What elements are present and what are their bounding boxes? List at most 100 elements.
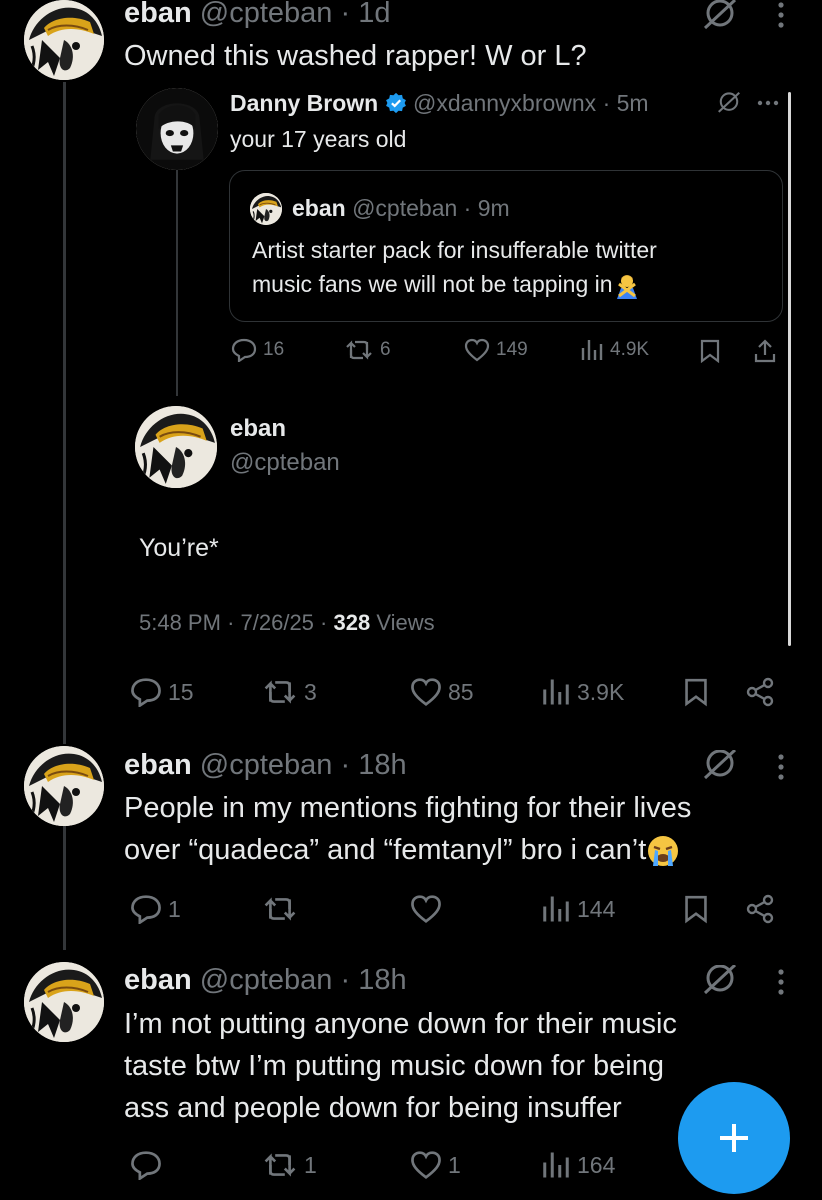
compose-button[interactable]: [678, 1082, 790, 1194]
views-button[interactable]: 4.9K: [580, 338, 649, 362]
grok-icon[interactable]: [716, 92, 742, 114]
crying-face-emoji: [648, 836, 679, 867]
tweet-header: eban @cpteban · 9m: [292, 193, 510, 223]
more-icon[interactable]: [776, 752, 786, 782]
retweet-button[interactable]: 6: [344, 338, 391, 362]
author-name[interactable]: eban: [124, 749, 192, 781]
timestamp[interactable]: 18h: [358, 749, 406, 781]
retweet-count: 6: [380, 339, 391, 360]
views-icon: [581, 340, 603, 360]
avatar[interactable]: [250, 193, 282, 225]
avatar[interactable]: [24, 746, 104, 826]
retweet-button[interactable]: 3: [262, 677, 317, 707]
views-count: 3.9K: [577, 678, 625, 705]
timestamp[interactable]: 5m: [617, 90, 649, 116]
like-count: 85: [448, 678, 474, 705]
views-count: 144: [577, 895, 616, 922]
tweet-text-line-content: over “quadeca” and “femtanyl” bro i can’…: [124, 834, 647, 866]
timestamp[interactable]: 9m: [478, 195, 510, 221]
share-icon[interactable]: [745, 677, 775, 707]
like-count: 1: [448, 1151, 461, 1178]
author-handle[interactable]: @cpteban: [352, 195, 457, 221]
grok-icon[interactable]: [701, 965, 739, 995]
post-time: 5:48 PM: [139, 610, 221, 635]
separator: ·: [340, 749, 351, 781]
reply-count: 16: [263, 339, 285, 360]
retweet-icon: [346, 340, 372, 360]
avatar[interactable]: [136, 88, 218, 170]
retweet-count: 1: [304, 1151, 317, 1178]
author-name[interactable]: Danny Brown: [230, 90, 378, 116]
grok-icon[interactable]: [701, 0, 739, 30]
bookmark-icon[interactable]: [683, 894, 709, 924]
thread-line: [63, 82, 66, 744]
retweet-icon: [264, 680, 296, 704]
tweet-text-line: over “quadeca” and “femtanyl” bro i can’…: [124, 832, 680, 868]
scrollbar[interactable]: [788, 92, 791, 646]
views-button[interactable]: 164: [541, 1150, 615, 1180]
views-button[interactable]: 144: [541, 894, 615, 924]
like-icon: [411, 678, 441, 707]
views-button[interactable]: 3.9K: [541, 677, 624, 707]
inner-quote-card[interactable]: eban @cpteban · 9m Artist starter pack f…: [229, 170, 783, 322]
views-total: 328: [333, 610, 371, 635]
share-icon[interactable]: [753, 338, 777, 364]
reply-icon: [131, 1151, 161, 1180]
like-count: 149: [496, 339, 528, 360]
avatar[interactable]: [24, 962, 104, 1042]
separator: ·: [463, 195, 472, 221]
author-handle[interactable]: @cpteban: [200, 0, 333, 29]
author-handle[interactable]: @cpteban: [200, 749, 333, 781]
more-icon[interactable]: [757, 100, 779, 106]
retweet-button[interactable]: [262, 894, 304, 924]
tweet-text-line-content: music fans we will not be tapping in: [252, 271, 613, 297]
retweet-button[interactable]: 1: [262, 1150, 317, 1180]
quoted-thread-line: [176, 166, 178, 396]
compose-plus-icon: [720, 1124, 748, 1152]
author-name[interactable]: eban: [124, 0, 192, 29]
author-handle[interactable]: @xdannyxbrownx: [413, 90, 596, 116]
more-icon[interactable]: [776, 0, 786, 30]
person-gesturing-no-emoji: [616, 274, 637, 299]
share-icon[interactable]: [745, 894, 775, 924]
views-icon: [543, 1152, 569, 1178]
retweet-count: 3: [304, 678, 317, 705]
separator: ·: [340, 964, 351, 996]
tweet-text-line: People in my mentions fighting for their…: [124, 792, 692, 824]
tweet-header: eban @cpteban · 18h: [124, 963, 407, 997]
grok-icon[interactable]: [701, 750, 739, 780]
tweet-text-line: Artist starter pack for insufferable twi…: [252, 237, 657, 263]
like-button[interactable]: 85: [410, 677, 474, 707]
like-button[interactable]: 149: [464, 338, 528, 362]
bookmark-icon[interactable]: [699, 339, 721, 363]
tweet-text: You’re*: [139, 534, 219, 562]
tweet-text-line: music fans we will not be tapping in: [252, 269, 641, 300]
reply-button[interactable]: [130, 1150, 168, 1180]
like-button[interactable]: [410, 894, 448, 924]
avatar[interactable]: [135, 406, 217, 488]
separator: ·: [602, 90, 611, 116]
bookmark-icon[interactable]: [683, 677, 709, 707]
timestamp[interactable]: 1d: [358, 0, 390, 29]
author-name[interactable]: eban: [292, 195, 346, 221]
separator: ·: [340, 0, 351, 29]
reply-button[interactable]: 1: [130, 894, 181, 924]
like-icon: [411, 1151, 441, 1180]
post-date: 7/26/25: [240, 610, 314, 635]
tweet-meta: 5:48 PM · 7/26/25 · 328 Views: [139, 610, 435, 635]
author-handle[interactable]: @cpteban: [230, 448, 340, 478]
tweet-text: Owned this washed rapper! W or L?: [124, 40, 587, 72]
retweet-icon: [264, 897, 296, 921]
reply-button[interactable]: 15: [130, 677, 194, 707]
like-icon: [411, 895, 441, 924]
reply-icon: [131, 895, 161, 924]
author-name[interactable]: eban: [124, 964, 192, 996]
tweet-text: your 17 years old: [230, 126, 407, 152]
avatar[interactable]: [24, 0, 104, 80]
reply-button[interactable]: 16: [231, 338, 284, 362]
timestamp[interactable]: 18h: [358, 964, 406, 996]
like-button[interactable]: 1: [410, 1150, 461, 1180]
more-icon[interactable]: [776, 967, 786, 997]
author-handle[interactable]: @cpteban: [200, 964, 333, 996]
author-name[interactable]: eban: [230, 414, 286, 444]
